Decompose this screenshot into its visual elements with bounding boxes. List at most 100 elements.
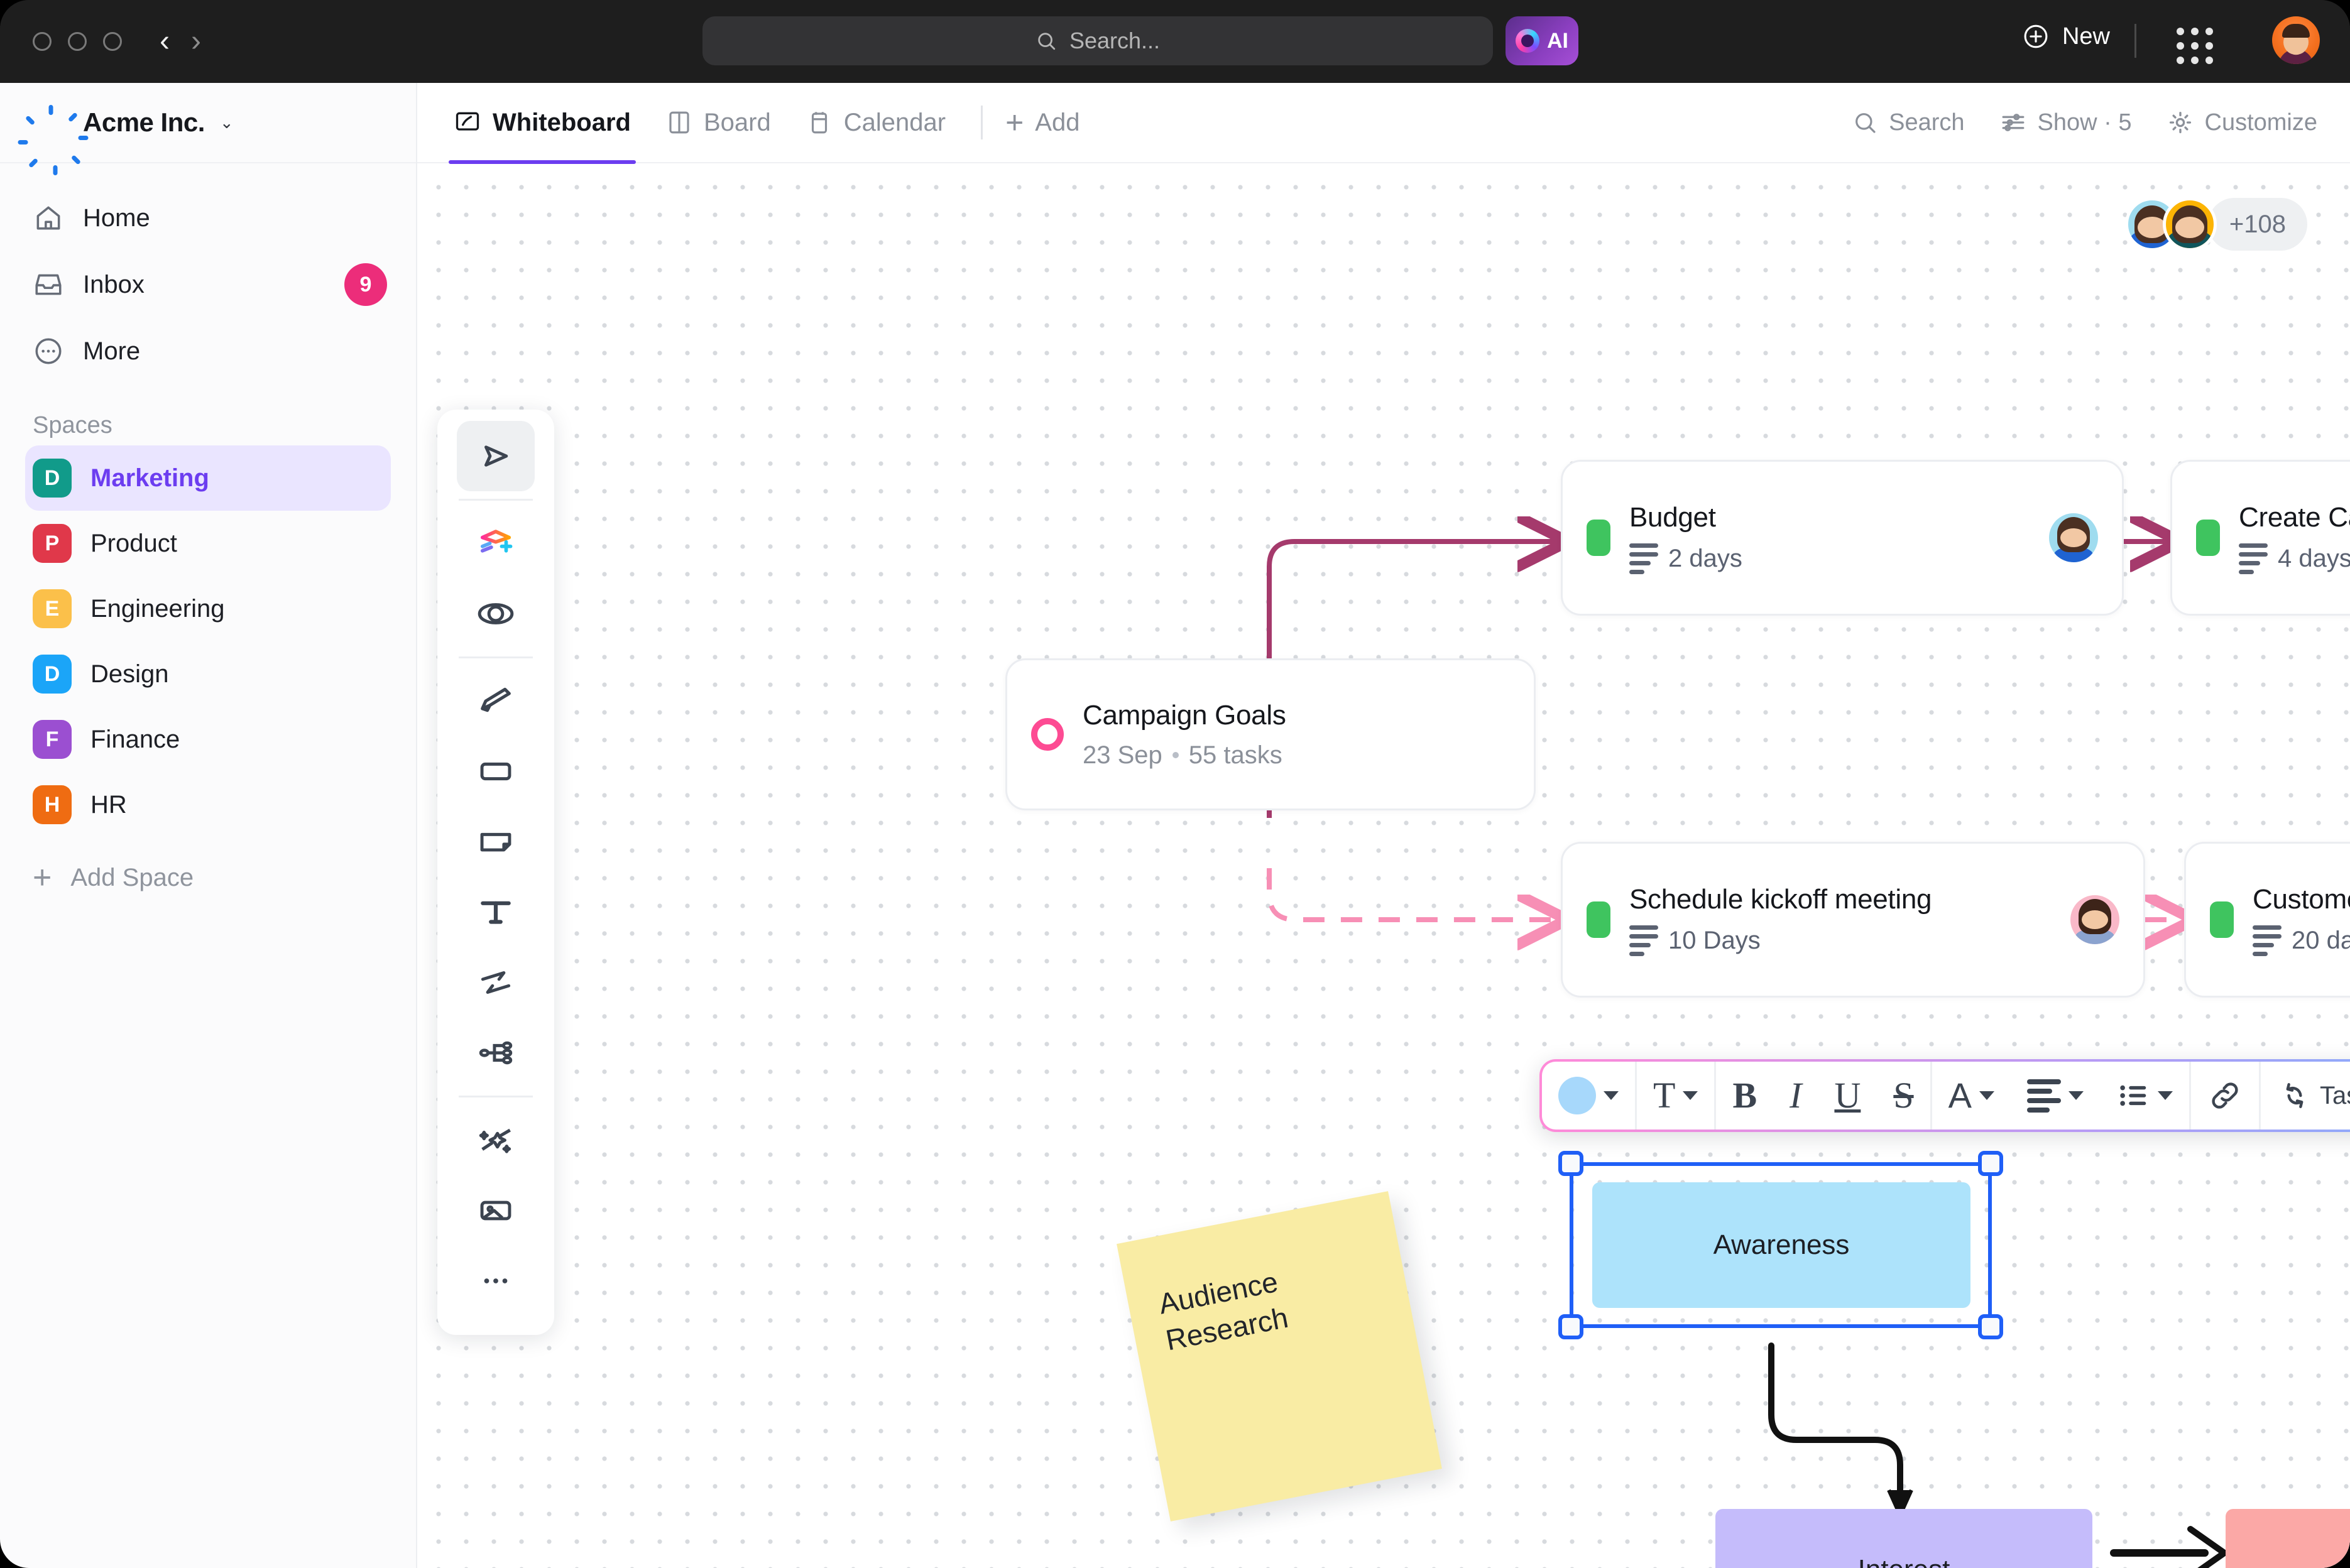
sticky-note[interactable]: Audience Research [1117,1191,1442,1522]
text-color-button[interactable]: A [1932,1065,2011,1126]
align-button[interactable] [2011,1065,2100,1126]
fill-group [1542,1062,1635,1130]
sliders-icon [2002,114,2024,131]
tool-text[interactable] [457,877,535,947]
close-icon[interactable] [33,32,52,51]
ai-label: AI [1547,28,1568,53]
collaborator-avatars[interactable]: +108 [2124,197,2307,251]
forward-icon[interactable]: › [191,26,201,57]
add-space-button[interactable]: + Add Space [25,846,391,909]
window-titlebar: ‹ › Search... AI New [0,0,2350,83]
plus-circle-icon [2024,24,2048,48]
sidebar-item-product[interactable]: P Product [25,511,391,576]
task-card-customer-beta[interactable]: Customer Beta 20 days [2184,842,2350,998]
resize-handle-sw[interactable] [1558,1314,1583,1339]
more-tools-icon [484,1278,508,1283]
new-button[interactable]: New [2022,23,2110,50]
italic-button[interactable]: I [1773,1065,1818,1126]
space-label: HR [90,790,127,819]
resize-handle-se[interactable] [1978,1314,2003,1339]
resize-handle-nw[interactable] [1558,1151,1583,1176]
link-button[interactable] [2191,1065,2259,1126]
space-initial-chip: F [33,720,72,759]
tab-board[interactable]: Board [666,82,771,163]
traffic-lights[interactable] [33,32,122,51]
tool-ai-layers[interactable] [457,508,535,579]
tool-highlighter[interactable] [457,666,535,736]
show-filter-button[interactable]: Show · 5 [2000,109,2132,136]
sidebar-item-engineering[interactable]: E Engineering [25,576,391,641]
tool-magic-wand[interactable] [457,1105,535,1175]
task-card-campaign-goals[interactable]: Campaign Goals 23 Sep 55 tasks [1005,658,1536,810]
avatar[interactable] [2272,16,2320,64]
shape-label: Awareness [1713,1229,1850,1260]
show-filter-label: Show · 5 [2037,109,2132,136]
tab-label: Whiteboard [493,108,631,136]
tool-rectangle[interactable] [457,736,535,807]
sidebar-item-more[interactable]: More [0,318,416,384]
shape-decision[interactable]: Decision [2226,1509,2350,1568]
resize-handle-ne[interactable] [1978,1151,2003,1176]
task-card-kickoff[interactable]: Schedule kickoff meeting 10 Days [1561,842,2145,998]
sidebar-item-home[interactable]: Home [0,185,416,251]
bold-icon: B [1732,1075,1757,1116]
customize-button[interactable]: Customize [2167,109,2317,136]
underline-button[interactable]: U [1818,1065,1877,1126]
toolbar-divider [2134,24,2136,58]
strikethrough-icon: S [1893,1075,1914,1116]
tool-select-cursor[interactable] [457,421,535,491]
global-search-input[interactable]: Search... [702,16,1493,65]
convert-to-task-button[interactable]: Task [2261,1065,2350,1126]
sticky-note-icon [480,832,511,852]
space-label: Finance [90,725,180,753]
whiteboard-icon [456,112,479,131]
avatar[interactable] [2162,197,2217,251]
fill-color-button[interactable] [1542,1065,1635,1126]
tool-more[interactable] [457,1246,535,1316]
sidebar-item-marketing[interactable]: D Marketing [25,445,391,511]
task-duration: 10 Days [1668,926,1761,954]
tab-whiteboard[interactable]: Whiteboard [449,82,636,164]
sidebar-item-inbox[interactable]: Inbox 9 [0,251,416,318]
collaborator-overflow-count[interactable]: +108 [2207,198,2307,251]
strikethrough-button[interactable]: S [1877,1065,1930,1126]
task-duration: 2 days [1668,544,1742,572]
tool-image[interactable] [457,1175,535,1246]
add-view-button[interactable]: + Add [1005,82,1079,163]
tool-globe[interactable] [457,579,535,649]
sidebar-item-design[interactable]: D Design [25,641,391,707]
bold-button[interactable]: B [1716,1065,1773,1126]
minimize-icon[interactable] [68,32,87,51]
inbox-badge: 9 [344,263,387,306]
tool-mindmap[interactable] [457,1018,535,1088]
sidebar-item-finance[interactable]: F Finance [25,707,391,772]
space-label: Engineering [90,594,225,623]
sidebar-item-hr[interactable]: H HR [25,772,391,837]
space-initial-chip: E [33,589,72,628]
avatar[interactable] [2070,895,2119,944]
style-group: B I U S [1716,1062,1930,1130]
plus-icon: + [1005,105,1024,140]
task-card-create-campaign[interactable]: Create Campaign 4 days [2170,460,2350,616]
task-card-budget[interactable]: Budget 2 days [1561,460,2124,616]
whiteboard-canvas[interactable]: +108 Budget 2 days Create C 4 days Campa… [417,165,2350,1568]
back-icon[interactable]: ‹ [160,26,170,57]
list-button[interactable] [2100,1065,2189,1126]
shape-awareness[interactable]: Awareness [1592,1182,1970,1308]
chevron-down-icon [1604,1091,1619,1100]
paragraph-group: A [1932,1062,2189,1130]
shape-interest[interactable]: Interest [1715,1509,2092,1568]
avatar[interactable] [2049,513,2098,562]
ai-orb-icon [1516,29,1539,53]
select-cursor-icon [484,445,508,467]
tab-calendar[interactable]: Calendar [806,82,946,163]
font-family-button[interactable]: T [1637,1065,1714,1126]
tool-connector[interactable] [457,947,535,1018]
view-search-button[interactable]: Search [1852,109,1965,136]
grid-apps-icon[interactable] [2177,28,2213,64]
workspace-switcher[interactable]: Acme Inc. ⌄ [0,83,416,175]
tool-sticky-note[interactable] [457,807,535,877]
history-nav[interactable]: ‹ › [160,26,201,57]
maximize-icon[interactable] [103,32,122,51]
ai-button[interactable]: AI [1506,16,1578,65]
